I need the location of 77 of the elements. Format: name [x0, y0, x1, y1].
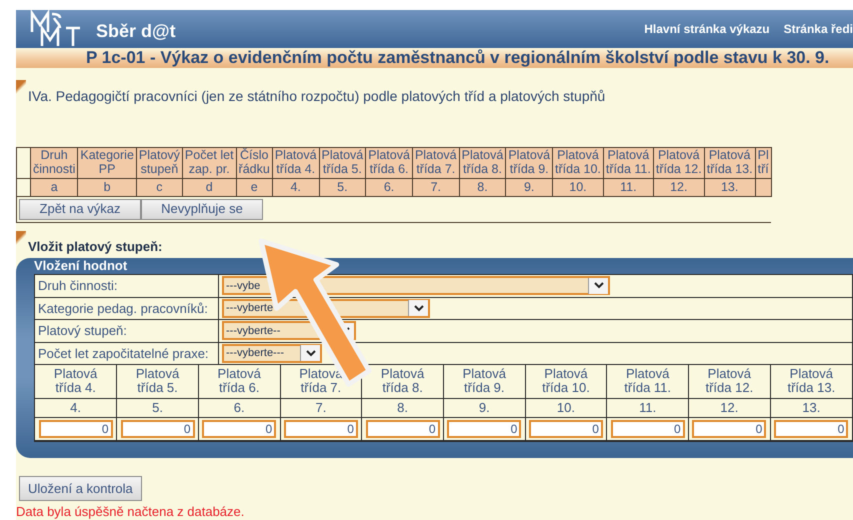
input-field[interactable]: 0 — [38, 420, 113, 438]
column-header: Platová třída 9. — [506, 148, 553, 178]
input-field[interactable]: 0 — [202, 420, 276, 438]
column-header: Platová třída 11. — [603, 148, 654, 178]
table-cell: 11. — [606, 398, 688, 418]
column-header: Platová třída 10. — [552, 148, 604, 178]
column-header: Platová třída 7. — [412, 148, 460, 178]
column-header: Platová třída 9. — [443, 365, 526, 398]
column-header: Pl tří — [755, 148, 772, 178]
column-header: Číslo řádku — [236, 148, 272, 178]
corner-icon — [16, 80, 26, 94]
table-cell: e — [236, 178, 272, 197]
table-button[interactable]: Zpět na výkaz — [19, 199, 141, 220]
app-title: Sběr d@t — [96, 20, 176, 42]
table-cell: 9. — [443, 398, 526, 418]
table-cell: 11. — [603, 178, 654, 197]
input-field[interactable]: 0 — [366, 420, 440, 438]
table-cell: 10. — [525, 398, 607, 418]
table-cell: 6. — [366, 178, 412, 197]
corner-icon — [16, 230, 26, 245]
table-cell: b — [78, 178, 136, 197]
save-button[interactable]: Uložení a kontrola — [19, 476, 142, 502]
input-field[interactable]: 0 — [774, 420, 848, 438]
column-header: Platová třída 5. — [116, 365, 198, 398]
field-label: Druh činnosti: — [34, 274, 218, 298]
column-header: Platová třída 4. — [272, 148, 320, 178]
table-cell: c — [136, 178, 182, 197]
field-label: Kategorie pedag. pracovníků: — [34, 297, 218, 320]
table-cell: 13. — [704, 178, 756, 197]
report-title: P 1c-01 - Výkaz o evidenčním počtu zaměstnanců v regionálním školství podle stavu k 30. 9. — [16, 48, 853, 68]
column-header: Platová třída 5. — [319, 148, 366, 178]
table-cell: 12. — [653, 178, 704, 197]
field-label: Počet let započitatelné praxe: — [34, 342, 218, 365]
table-cell: 4. — [272, 178, 320, 197]
table-cell: a — [30, 178, 78, 197]
input-field[interactable]: 0 — [528, 420, 603, 438]
column-header: Platová třída 6. — [198, 365, 280, 398]
table-cell: 13. — [770, 398, 852, 418]
column-header: Platová třída 13. — [770, 365, 852, 398]
table-cell: 8. — [362, 398, 444, 418]
column-header: Platová třída 8. — [459, 148, 506, 178]
table-cell: 12. — [688, 398, 770, 418]
table-cell: 7. — [280, 398, 362, 418]
column-header: Platová třída 10. — [525, 365, 607, 398]
column-header: Druh činnosti — [30, 148, 78, 178]
table-cell: 5. — [116, 398, 198, 418]
form-heading: Vložit platový stupeň: — [28, 238, 162, 256]
nav-link[interactable]: Stránka ředi — [784, 20, 853, 38]
section-title: IVa. Pedagogičtí pracovníci (jen ze státního rozpočtu) podle platových tříd a platových stupňů — [28, 87, 606, 106]
table-cell: 6. — [198, 398, 280, 418]
column-header: Platová třída 4. — [35, 365, 117, 398]
table-cell: 9. — [506, 178, 553, 197]
field-label: Platový stupeň: — [34, 320, 218, 342]
table-cell: d — [182, 178, 236, 197]
column-header: Platová třída 6. — [366, 148, 412, 178]
input-field[interactable]: 0 — [447, 420, 522, 438]
panel-title: Vložení hodnot — [34, 258, 128, 274]
status-message: Data byla úspěšně načtena z databáze. — [16, 503, 246, 520]
input-field[interactable]: 0 — [692, 420, 766, 438]
column-header: Platový stupeň — [136, 148, 182, 178]
select-field[interactable]: ---vyberte--- — [222, 344, 322, 363]
column-header: Platová třída 12. — [688, 365, 770, 398]
column-header: Počet let zap. pr. — [182, 148, 236, 178]
column-header: Platová třída 11. — [606, 365, 688, 398]
table-cell: 5. — [319, 178, 366, 197]
table-cell: 8. — [459, 178, 506, 197]
table-cell: 4. — [35, 398, 117, 418]
table-button[interactable]: Nevyplňuje se — [141, 199, 263, 220]
table-cell: 7. — [412, 178, 460, 197]
nav-link[interactable]: Hlavní stránka výkazu — [644, 20, 770, 38]
input-field[interactable]: 0 — [120, 420, 195, 438]
table-cell: 10. — [552, 178, 604, 197]
column-header: Platová třída 12. — [653, 148, 704, 178]
input-field[interactable]: 0 — [610, 420, 685, 438]
column-header: Platová třída 13. — [704, 148, 756, 178]
column-header: Kategorie PP — [78, 148, 136, 178]
input-field[interactable]: 0 — [284, 420, 358, 438]
